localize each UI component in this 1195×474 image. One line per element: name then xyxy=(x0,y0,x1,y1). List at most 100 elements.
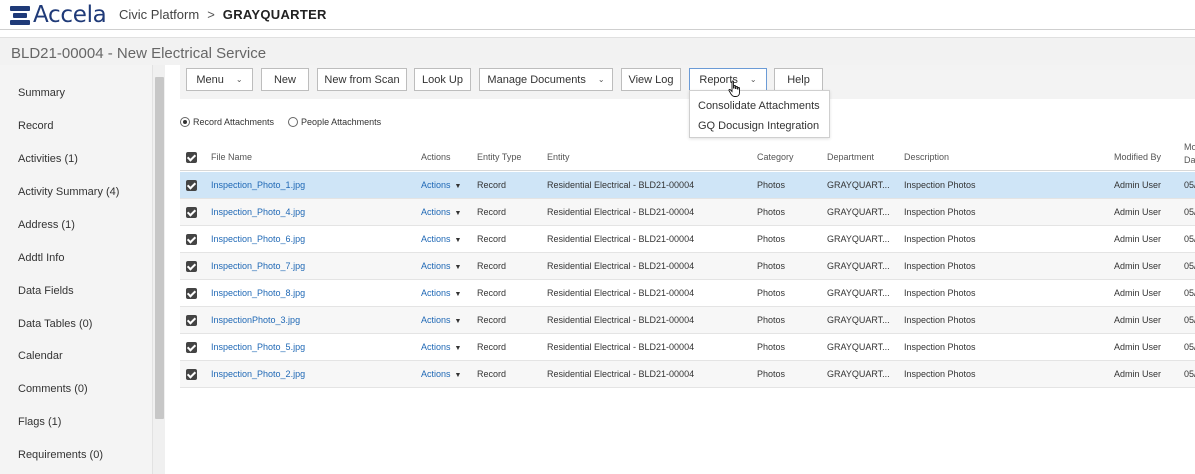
sidebar-scrollbar-thumb[interactable] xyxy=(155,77,164,419)
people-attachments-radio[interactable] xyxy=(288,117,299,127)
table-row[interactable]: Inspection_Photo_8.jpg Actions ▼ Record R… xyxy=(180,280,1195,307)
column-header-entity-type[interactable]: Entity Type xyxy=(477,152,521,162)
help-button[interactable]: Help xyxy=(774,68,823,91)
entity-cell: Residential Electrical - BLD21-00004 xyxy=(547,342,695,352)
view-log-button[interactable]: View Log xyxy=(621,68,681,91)
row-actions-label: Actions xyxy=(421,180,451,190)
row-actions-menu[interactable]: Actions ▼ xyxy=(421,369,461,379)
description-cell: Inspection Photos xyxy=(904,261,976,271)
row-actions-label: Actions xyxy=(421,234,451,244)
record-attachments-radio[interactable] xyxy=(180,117,190,127)
department-cell: GRAYQUART... xyxy=(827,234,890,244)
row-actions-menu[interactable]: Actions ▼ xyxy=(421,207,461,217)
department-cell: GRAYQUART... xyxy=(827,288,890,298)
file-name-link[interactable]: Inspection_Photo_4.jpg xyxy=(211,207,305,217)
modified-by-cell: Admin User xyxy=(1114,315,1162,325)
row-actions-label: Actions xyxy=(421,315,451,325)
column-header-category[interactable]: Category xyxy=(757,152,794,162)
accela-logo[interactable]: Accela xyxy=(10,2,107,28)
modified-by-cell: Admin User xyxy=(1114,234,1162,244)
entity-type-cell: Record xyxy=(477,207,507,217)
people-attachments-label[interactable]: People Attachments xyxy=(301,117,381,127)
sidebar-item-calendar[interactable]: Calendar xyxy=(18,350,63,362)
row-checkbox[interactable] xyxy=(186,207,197,218)
breadcrumb-agency[interactable]: GRAYQUARTER xyxy=(223,7,327,22)
file-name-link[interactable]: Inspection_Photo_5.jpg xyxy=(211,342,305,352)
table-row[interactable]: Inspection_Photo_1.jpg Actions ▼ Record R… xyxy=(180,172,1195,199)
modified-by-cell: Admin User xyxy=(1114,342,1162,352)
column-header-description[interactable]: Description xyxy=(904,152,949,162)
entity-type-cell: Record xyxy=(477,288,507,298)
menu-item-gq-docusign-integration[interactable]: GQ Docusign Integration xyxy=(698,120,819,132)
row-actions-menu[interactable]: Actions ▼ xyxy=(421,288,461,298)
manage-documents-button[interactable]: Manage Documents ⌄ xyxy=(479,68,613,91)
menu-item-consolidate-attachments[interactable]: Consolidate Attachments xyxy=(698,100,820,112)
file-name-link[interactable]: Inspection_Photo_2.jpg xyxy=(211,369,305,379)
sidebar-item-data-tables[interactable]: Data Tables (0) xyxy=(18,318,92,330)
row-actions-menu[interactable]: Actions ▼ xyxy=(421,342,461,352)
sidebar-item-addtl-info[interactable]: Addtl Info xyxy=(18,252,64,264)
reports-dropdown-menu: Consolidate Attachments GQ Docusign Inte… xyxy=(689,90,830,138)
modified-date-cell: 05/ xyxy=(1184,207,1195,217)
sidebar-item-data-fields[interactable]: Data Fields xyxy=(18,285,74,297)
sidebar-item-address[interactable]: Address (1) xyxy=(18,219,75,231)
row-checkbox[interactable] xyxy=(186,180,197,191)
row-checkbox[interactable] xyxy=(186,261,197,272)
new-from-scan-button[interactable]: New from Scan xyxy=(317,68,407,91)
table-row[interactable]: Inspection_Photo_5.jpg Actions ▼ Record R… xyxy=(180,334,1195,361)
row-actions-menu[interactable]: Actions ▼ xyxy=(421,180,461,190)
new-button[interactable]: New xyxy=(261,68,309,91)
column-header-file-name[interactable]: File Name xyxy=(211,152,252,162)
sidebar-item-summary[interactable]: Summary xyxy=(18,87,65,99)
row-actions-menu[interactable]: Actions ▼ xyxy=(421,261,461,271)
file-name-link[interactable]: InspectionPhoto_3.jpg xyxy=(211,315,300,325)
menu-button[interactable]: Menu ⌄ xyxy=(186,68,253,91)
sidebar-item-activity-summary[interactable]: Activity Summary (4) xyxy=(18,186,119,198)
sidebar-scrollbar[interactable] xyxy=(152,65,165,474)
table-row[interactable]: Inspection_Photo_6.jpg Actions ▼ Record R… xyxy=(180,226,1195,253)
table-row[interactable]: InspectionPhoto_3.jpg Actions ▼ Record Re… xyxy=(180,307,1195,334)
attachment-filter: Record Attachments People Attachments xyxy=(180,115,381,129)
file-name-link[interactable]: Inspection_Photo_1.jpg xyxy=(211,180,305,190)
table-row[interactable]: Inspection_Photo_2.jpg Actions ▼ Record R… xyxy=(180,361,1195,388)
page-title: BLD21-00004 - New Electrical Service xyxy=(11,45,267,62)
description-cell: Inspection Photos xyxy=(904,207,976,217)
row-checkbox[interactable] xyxy=(186,288,197,299)
column-header-department[interactable]: Department xyxy=(827,152,874,162)
caret-down-icon: ▼ xyxy=(454,372,462,379)
category-cell: Photos xyxy=(757,288,786,298)
breadcrumb-app[interactable]: Civic Platform xyxy=(119,7,199,22)
row-checkbox[interactable] xyxy=(186,315,197,326)
row-checkbox[interactable] xyxy=(186,234,197,245)
file-name-link[interactable]: Inspection_Photo_6.jpg xyxy=(211,234,305,244)
sidebar-item-requirements[interactable]: Requirements (0) xyxy=(18,449,103,461)
row-actions-label: Actions xyxy=(421,288,451,298)
manage-documents-label: Manage Documents xyxy=(487,73,586,86)
sidebar-item-record[interactable]: Record xyxy=(18,120,53,132)
row-actions-label: Actions xyxy=(421,207,451,217)
file-name-link[interactable]: Inspection_Photo_7.jpg xyxy=(211,261,305,271)
column-header-modified-date[interactable]: Mo Da xyxy=(1184,141,1195,167)
record-attachments-label[interactable]: Record Attachments xyxy=(193,117,274,127)
caret-down-icon: ▼ xyxy=(454,210,462,217)
category-cell: Photos xyxy=(757,369,786,379)
modified-by-cell: Admin User xyxy=(1114,261,1162,271)
look-up-button[interactable]: Look Up xyxy=(414,68,471,91)
column-header-actions[interactable]: Actions xyxy=(421,152,451,162)
sidebar-item-activities[interactable]: Activities (1) xyxy=(18,153,78,165)
modified-date-cell: 05/ xyxy=(1184,315,1195,325)
row-actions-menu[interactable]: Actions ▼ xyxy=(421,315,461,325)
row-checkbox[interactable] xyxy=(186,369,197,380)
table-row[interactable]: Inspection_Photo_7.jpg Actions ▼ Record R… xyxy=(180,253,1195,280)
column-header-modified-by[interactable]: Modified By xyxy=(1114,152,1161,162)
file-name-link[interactable]: Inspection_Photo_8.jpg xyxy=(211,288,305,298)
row-actions-menu[interactable]: Actions ▼ xyxy=(421,234,461,244)
row-checkbox[interactable] xyxy=(186,342,197,353)
category-cell: Photos xyxy=(757,180,786,190)
table-row[interactable]: Inspection_Photo_4.jpg Actions ▼ Record R… xyxy=(180,199,1195,226)
column-header-entity[interactable]: Entity xyxy=(547,152,570,162)
sidebar-item-comments[interactable]: Comments (0) xyxy=(18,383,88,395)
select-all-checkbox[interactable] xyxy=(186,152,197,163)
description-cell: Inspection Photos xyxy=(904,315,976,325)
sidebar-item-flags[interactable]: Flags (1) xyxy=(18,416,61,428)
